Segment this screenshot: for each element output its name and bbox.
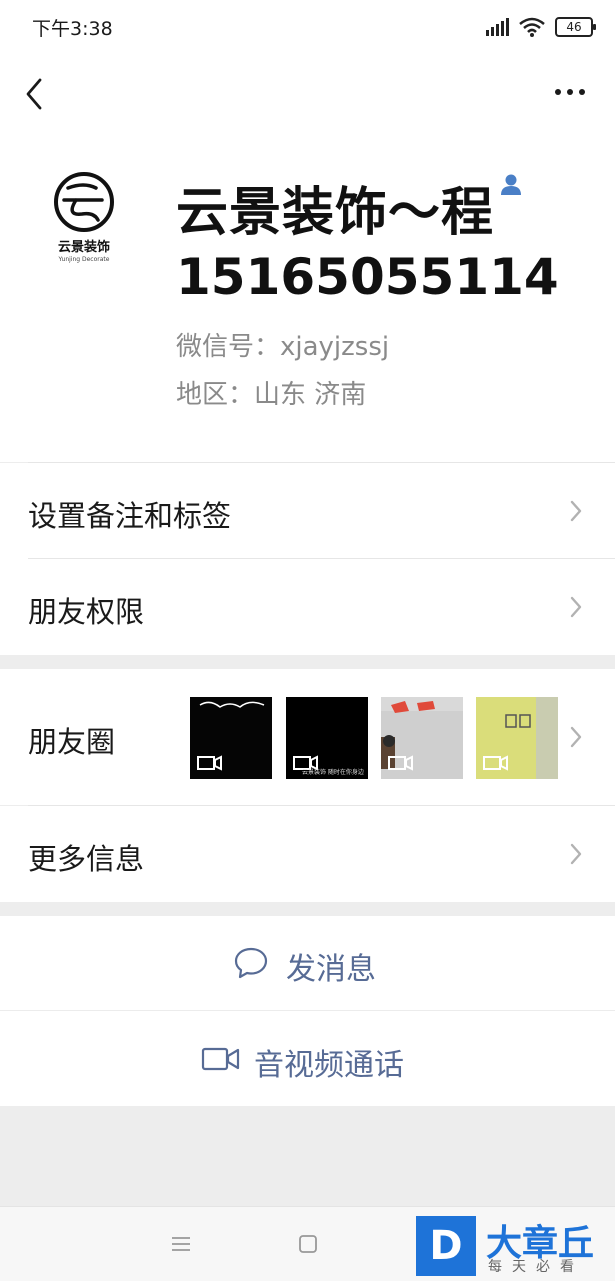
signal-icon [486, 18, 509, 36]
home-icon[interactable] [298, 1234, 318, 1254]
person-icon [501, 174, 521, 195]
avatar-text: 云景装饰 [57, 240, 110, 255]
chevron-right-icon [570, 596, 582, 618]
moments-thumb-3[interactable] [381, 697, 463, 779]
remarks-tags-row[interactable]: 设置备注和标签 [0, 463, 615, 559]
moments-thumb-4[interactable] [476, 697, 558, 779]
more-info-label: 更多信息 [28, 842, 145, 876]
moments-thumb-2[interactable]: 云景装饰 随时在你身边 [286, 697, 368, 779]
menu-icon[interactable] [171, 1236, 191, 1252]
wechat-id: 微信号：xjayjzssj [176, 332, 390, 362]
moments-row[interactable]: 朋友圈 云景装饰 随时在你身边 [0, 669, 615, 805]
profile-card: 云景装饰 Yunjing Decorate 云景装饰～程 15165055114… [0, 136, 615, 462]
status-time: 下午3:38 [32, 18, 113, 40]
remarks-tags-label: 设置备注和标签 [28, 499, 232, 533]
avatar-subtext: Yunjing Decorate [58, 256, 110, 263]
more-icon[interactable] [555, 89, 585, 95]
wifi-icon [519, 17, 545, 37]
chevron-left-icon[interactable] [22, 76, 48, 112]
more-info-row[interactable]: 更多信息 [0, 806, 615, 902]
chat-bubble-icon [234, 947, 268, 979]
moments-thumb-1[interactable] [190, 697, 272, 779]
video-call-button[interactable]: 音视频通话 [0, 1011, 615, 1106]
chevron-right-icon [570, 500, 582, 522]
watermark-logo-icon: D [416, 1216, 476, 1276]
chevron-right-icon [570, 726, 582, 748]
video-camera-icon [201, 1047, 240, 1071]
avatar[interactable]: 云景装饰 Yunjing Decorate [46, 164, 122, 274]
send-message-label: 发消息 [286, 952, 376, 987]
friend-permissions-row[interactable]: 朋友权限 [0, 559, 615, 655]
top-bar [0, 56, 615, 136]
moments-thumb-caption: 云景装饰 随时在你身边 [302, 769, 364, 776]
contact-phone: 15165055114 [176, 248, 559, 306]
video-call-label: 音视频通话 [254, 1048, 404, 1083]
status-icons: 46 [486, 16, 596, 38]
contact-name: 云景装饰～程 [176, 183, 495, 243]
battery-icon: 46 [555, 17, 596, 37]
status-bar: 下午3:38 46 [0, 0, 615, 56]
send-message-button[interactable]: 发消息 [0, 916, 615, 1010]
friend-permissions-label: 朋友权限 [28, 595, 145, 629]
chevron-right-icon [570, 843, 582, 865]
watermark-subtitle: 每天必看 [488, 1259, 584, 1275]
moments-label: 朋友圈 [28, 725, 116, 759]
region: 地区：山东 济南 [176, 380, 367, 410]
